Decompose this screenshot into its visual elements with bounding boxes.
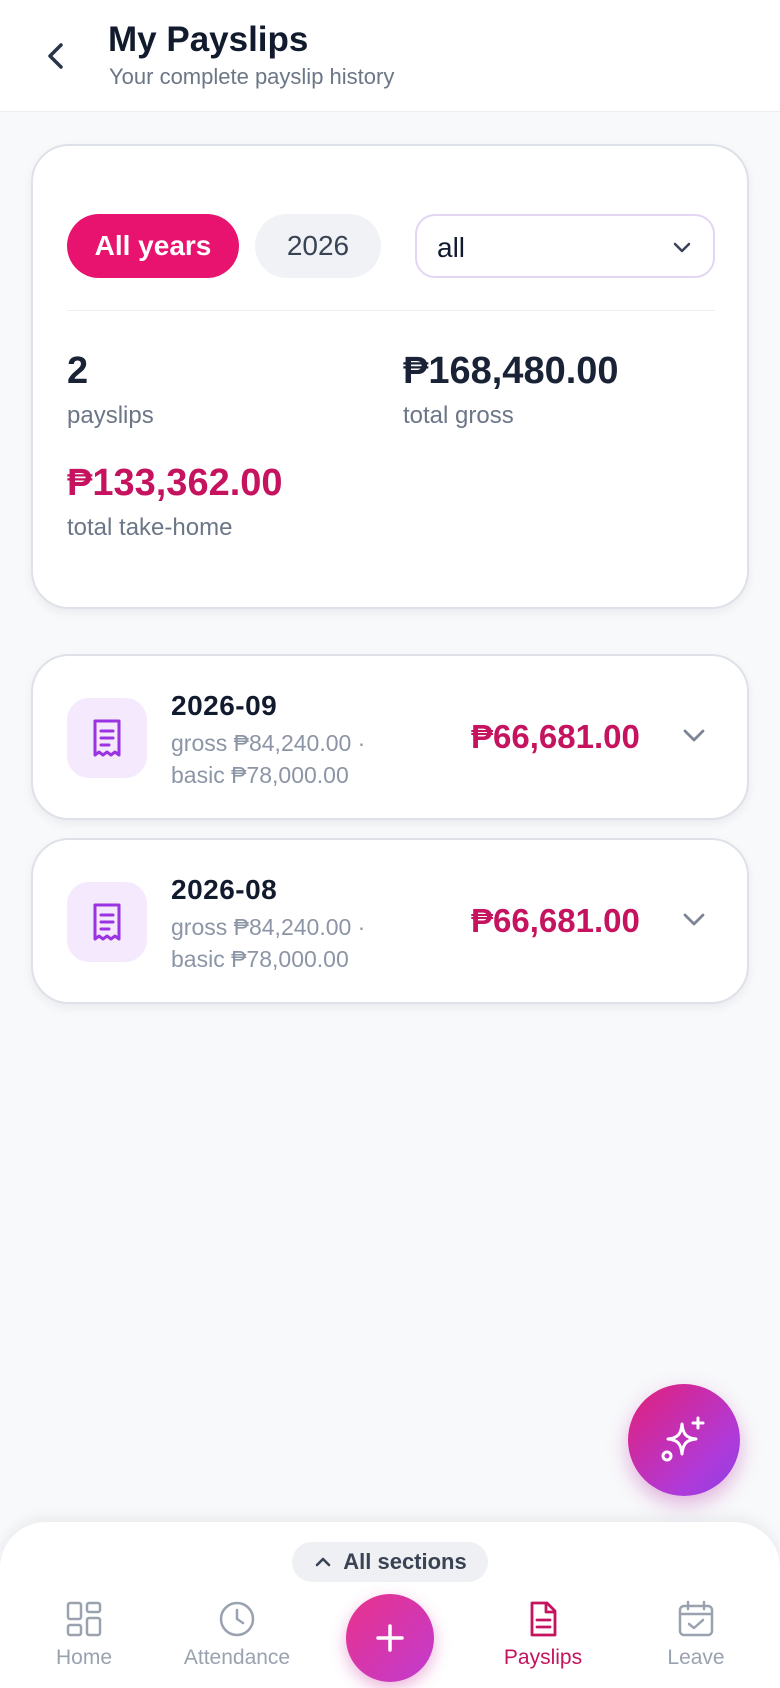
nav-label: Home [55,1646,113,1669]
nav-item-home[interactable]: Home [9,1600,159,1670]
bottom-nav: All sections Home Attendance Payslips Le… [0,1522,780,1688]
payslip-card[interactable]: 2026-09 gross ₱84,240.00 · basic ₱78,000… [31,654,749,820]
receipt-icon [93,719,121,757]
filter-chip-all-years[interactable]: All years [67,214,239,278]
chevron-down-icon [673,242,691,253]
payslip-net-amount: ₱66,681.00 [471,718,640,755]
sparkle-icon [661,1416,705,1462]
payslip-card[interactable]: 2026-08 gross ₱84,240.00 · basic ₱78,000… [31,838,749,1004]
nav-item-attendance[interactable]: Attendance [162,1600,312,1670]
add-button[interactable] [346,1594,434,1682]
nav-label: Payslips [503,1646,583,1669]
payslip-gross: gross ₱84,240.00 · [171,730,366,756]
payslip-icon-box [67,882,147,962]
summary-card: All years 2026 all 2 payslips ₱168,480.0… [31,144,749,609]
payslip-period: 2026-09 [171,690,278,721]
ai-assistant-button[interactable] [628,1384,740,1496]
month-select[interactable]: all [415,214,715,278]
divider [67,310,715,311]
plus-icon [376,1624,404,1652]
payslip-count: 2 [67,350,89,392]
page-title: My Payslips [108,20,309,59]
clock-icon [219,1601,255,1637]
total-gross-value: ₱168,480.00 [403,350,619,392]
nav-item-leave[interactable]: Leave [621,1600,771,1670]
payslip-count-label: payslips [67,402,154,429]
nav-label: Leave [667,1646,725,1669]
chevron-down-icon[interactable] [679,720,709,750]
app-header: My Payslips Your complete payslip histor… [0,0,780,112]
back-button[interactable] [36,34,76,78]
payslip-net-amount: ₱66,681.00 [471,902,640,939]
nav-item-payslips[interactable]: Payslips [468,1600,618,1670]
payslip-gross: gross ₱84,240.00 · [171,914,366,940]
calendar-check-icon [678,1600,714,1637]
chevron-left-icon [48,43,63,69]
filter-chip-2026[interactable]: 2026 [255,214,381,278]
chevron-down-icon[interactable] [679,904,709,934]
chevron-up-icon [315,1557,331,1567]
payslip-icon-box [67,698,147,778]
document-icon [530,1601,557,1637]
receipt-icon [93,903,121,941]
total-gross-label: total gross [403,402,514,429]
all-sections-button[interactable]: All sections [292,1542,488,1582]
nav-label: Attendance [183,1646,291,1669]
total-take-home-label: total take-home [67,514,233,541]
payslip-basic: basic ₱78,000.00 [171,762,349,788]
grid-icon [66,1601,102,1637]
total-take-home-value: ₱133,362.00 [67,462,283,504]
payslip-period: 2026-08 [171,874,278,905]
payslip-basic: basic ₱78,000.00 [171,946,349,972]
page-subtitle: Your complete payslip history [109,64,395,89]
month-select-value: all [437,232,466,263]
all-sections-label: All sections [343,1549,467,1574]
